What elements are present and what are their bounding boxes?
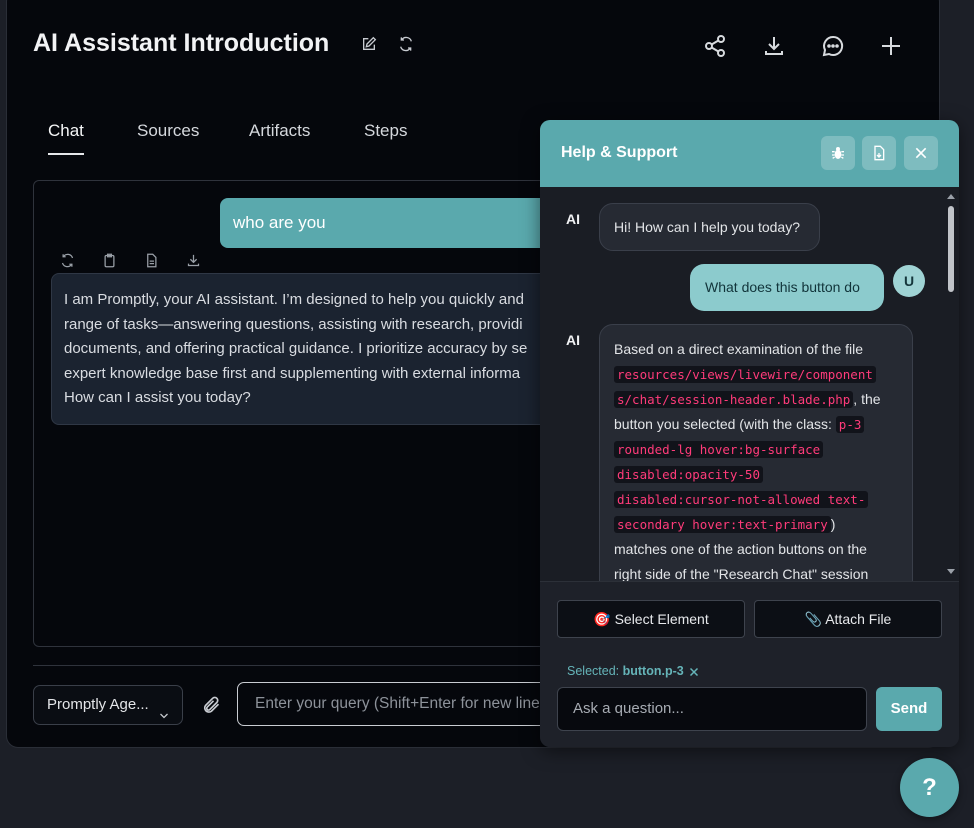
scroll-down-icon[interactable] [947, 569, 955, 574]
code-snippet: s/chat/session-header.blade.php [614, 391, 854, 408]
ai-greeting: Hi! How can I help you today? [599, 203, 820, 251]
comment-icon[interactable] [821, 34, 845, 58]
export-button[interactable] [862, 136, 896, 170]
ai-message: I am Promptly, your AI assistant. I’m de… [51, 273, 571, 425]
code-snippet: rounded-lg hover:bg-surface [614, 441, 824, 458]
edit-icon[interactable] [361, 36, 377, 52]
answer-text: right side of the "Research Chat" sessio… [614, 566, 869, 581]
code-snippet: disabled:cursor-not-allowed text- [614, 491, 869, 508]
user-message: who are you [220, 198, 560, 248]
send-button[interactable]: Send [876, 687, 942, 731]
chevron-down-icon [158, 699, 170, 719]
answer-text: matches one of the action buttons on the [614, 541, 867, 557]
close-panel-button[interactable] [904, 136, 938, 170]
ai-message-line: range of tasks—answering questions, assi… [64, 315, 523, 333]
divider [33, 665, 593, 666]
agent-select-label: Promptly Age... [47, 696, 149, 713]
ai-message-line: How can I assist you today? [64, 389, 251, 406]
code-snippet: disabled:opacity-50 [614, 466, 763, 483]
avatar: U [893, 265, 925, 297]
ai-answer: Based on a direct examination of the fil… [599, 324, 913, 581]
panel-header: Help & Support [540, 120, 959, 187]
file-export-icon [874, 145, 885, 161]
tab-steps[interactable]: Steps [364, 121, 407, 153]
attach-icon[interactable] [201, 695, 221, 715]
code-snippet: resources/views/livewire/component [614, 366, 876, 383]
chat-area: who are you I am Promptly, your AI assis… [33, 180, 593, 647]
ai-label: AI [566, 211, 580, 227]
refresh-icon[interactable] [398, 36, 414, 52]
tab-chat[interactable]: Chat [48, 121, 84, 155]
code-snippet: secondary hover:text-primary [614, 516, 831, 533]
panel-footer: 🎯 Select Element 📎 Attach File Selected:… [540, 581, 959, 747]
tab-sources[interactable]: Sources [137, 121, 199, 153]
copy-icon[interactable] [102, 253, 117, 268]
document-icon[interactable] [144, 253, 159, 268]
code-snippet: p-3 [835, 416, 865, 433]
ai-message-line: expert knowledge base first and suppleme… [64, 364, 521, 382]
agent-select[interactable]: Promptly Age... [33, 685, 183, 725]
ai-message-line: I am Promptly, your AI assistant. I’m de… [64, 291, 524, 308]
user-question: What does this button do [690, 264, 884, 311]
answer-text: , the [853, 391, 881, 407]
selected-element: Selected: button.p-3 [567, 664, 684, 678]
tab-artifacts[interactable]: Artifacts [249, 121, 310, 153]
scrollbar[interactable] [946, 192, 956, 576]
selected-prefix: Selected: [567, 664, 620, 678]
download-icon[interactable] [186, 253, 201, 268]
clear-selection-icon[interactable] [688, 665, 700, 677]
scroll-thumb[interactable] [948, 206, 954, 292]
scroll-up-icon[interactable] [947, 194, 955, 199]
download-icon[interactable] [762, 34, 786, 58]
help-button[interactable]: ? [900, 758, 959, 817]
ai-message-line: documents, and offering practical guidan… [64, 340, 528, 357]
select-element-button[interactable]: 🎯 Select Element [557, 600, 745, 638]
help-messages: AI Hi! How can I help you today? What do… [540, 187, 959, 581]
close-icon [915, 147, 927, 159]
panel-title: Help & Support [561, 144, 678, 161]
help-support-panel: Help & Support AI Hi! How can I help you… [540, 120, 959, 747]
page-title: AI Assistant Introduction [33, 29, 330, 57]
attach-file-button[interactable]: 📎 Attach File [754, 600, 942, 638]
bug-report-button[interactable] [821, 136, 855, 170]
answer-text: button you selected (with the class: [614, 416, 836, 432]
share-icon[interactable] [703, 34, 727, 58]
ask-input[interactable]: Ask a question... [557, 687, 867, 731]
plus-icon[interactable] [879, 34, 903, 58]
selected-value: button.p-3 [622, 664, 684, 678]
answer-text: ) [830, 516, 836, 532]
regenerate-icon[interactable] [60, 253, 75, 268]
answer-text: Based on a direct examination of the fil… [614, 341, 864, 357]
bug-icon [832, 147, 844, 159]
ai-label: AI [566, 332, 580, 348]
